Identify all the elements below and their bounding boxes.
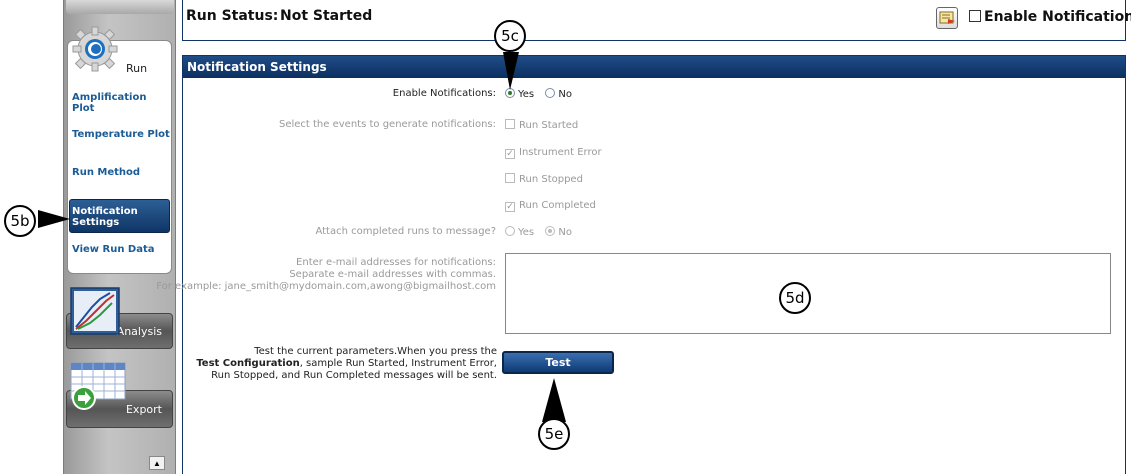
export-label: Export xyxy=(125,403,162,416)
sidebar: Run Amplification Plot Temperature Plot … xyxy=(63,0,176,474)
checkbox-box xyxy=(969,10,981,22)
panel-title: Notification Settings xyxy=(183,56,1125,78)
sidebar-item-temperature-plot[interactable]: Temperature Plot xyxy=(70,129,170,140)
attach-yes-radio[interactable]: Yes xyxy=(505,226,535,238)
sidebar-item-run-method[interactable]: Run Method xyxy=(70,167,170,178)
email-instructions-line2: Separate e-mail addresses with commas. xyxy=(289,269,496,280)
enable-notifications-checkbox[interactable]: Enable Notifications xyxy=(969,9,1131,25)
run-label: Run xyxy=(126,62,148,75)
attach-no-radio[interactable]: No xyxy=(545,226,572,238)
event-run-stopped-label: Run Stopped xyxy=(519,174,583,185)
event-run-completed-label: Run Completed xyxy=(519,200,596,211)
attach-runs-label: Attach completed runs to message? xyxy=(315,226,496,237)
enable-notifications-row-label: Enable Notifications: xyxy=(392,88,496,99)
enable-no-radio[interactable]: No xyxy=(545,88,572,100)
enable-notifications-options: Yes No xyxy=(505,88,572,100)
callout-5d: 5d xyxy=(779,282,811,314)
run-panel: Run Amplification Plot Temperature Plot … xyxy=(67,26,172,274)
run-status-label: Run Status: xyxy=(186,8,279,24)
callout-5c: 5c xyxy=(494,20,526,52)
run-status-value: Not Started xyxy=(280,8,373,24)
test-configuration-button[interactable]: Test Configuration xyxy=(502,351,614,388)
enable-yes-radio[interactable]: Yes xyxy=(505,88,535,100)
analysis-chart-icon xyxy=(70,287,120,335)
event-run-completed[interactable]: ✓ Run Completed xyxy=(505,200,596,212)
enable-notifications-label: Enable Notifications xyxy=(984,9,1131,25)
enable-no-label: No xyxy=(558,89,572,100)
notification-settings-panel: Notification Settings Enable Notificatio… xyxy=(156,55,1126,474)
attach-yes-label: Yes xyxy=(518,227,535,238)
enable-yes-label: Yes xyxy=(518,89,535,100)
run-gear-icon[interactable] xyxy=(71,25,119,73)
events-label: Select the events to generate notificati… xyxy=(278,119,496,130)
test-desc-line2: , sample Run Started, Instrument Error, xyxy=(299,358,497,369)
callout-5e: 5e xyxy=(538,418,570,450)
event-run-started-label: Run Started xyxy=(519,120,579,131)
test-desc-bold: Test Configuration xyxy=(196,358,300,369)
event-instrument-error-label: Instrument Error xyxy=(519,147,602,158)
event-run-started[interactable]: Run Started xyxy=(505,119,578,131)
sidebar-top-strip xyxy=(66,0,174,14)
test-desc-line1: Test the current parameters.When you pre… xyxy=(254,346,497,357)
sidebar-item-view-run-data[interactable]: View Run Data xyxy=(70,244,170,255)
sidebar-item-notification-settings[interactable]: Notification Settings xyxy=(69,199,170,233)
notification-config-icon[interactable] xyxy=(936,7,958,29)
event-instrument-error[interactable]: ✓ Instrument Error xyxy=(505,147,602,159)
test-desc-line3: Run Stopped, and Run Completed messages … xyxy=(211,370,497,381)
email-instructions-line3: For example: jane_smith@mydomain.com,awo… xyxy=(156,281,496,292)
attach-no-label: No xyxy=(558,227,572,238)
callout-5b: 5b xyxy=(4,205,36,237)
export-table-icon xyxy=(70,362,126,412)
run-status-bar: Run Status: Not Started Enable Notificat… xyxy=(182,0,1131,41)
email-instructions: Enter e-mail addresses for notifications… xyxy=(156,257,496,293)
scroll-up-button[interactable]: ▲ xyxy=(149,456,165,470)
test-configuration-description: Test the current parameters.When you pre… xyxy=(195,346,497,382)
attach-runs-options: Yes No xyxy=(505,226,572,238)
analysis-label: Analysis xyxy=(116,325,162,338)
email-instructions-line1: Enter e-mail addresses for notifications… xyxy=(296,257,496,268)
event-run-stopped[interactable]: Run Stopped xyxy=(505,173,583,185)
sidebar-item-amplification-plot[interactable]: Amplification Plot xyxy=(70,92,170,114)
